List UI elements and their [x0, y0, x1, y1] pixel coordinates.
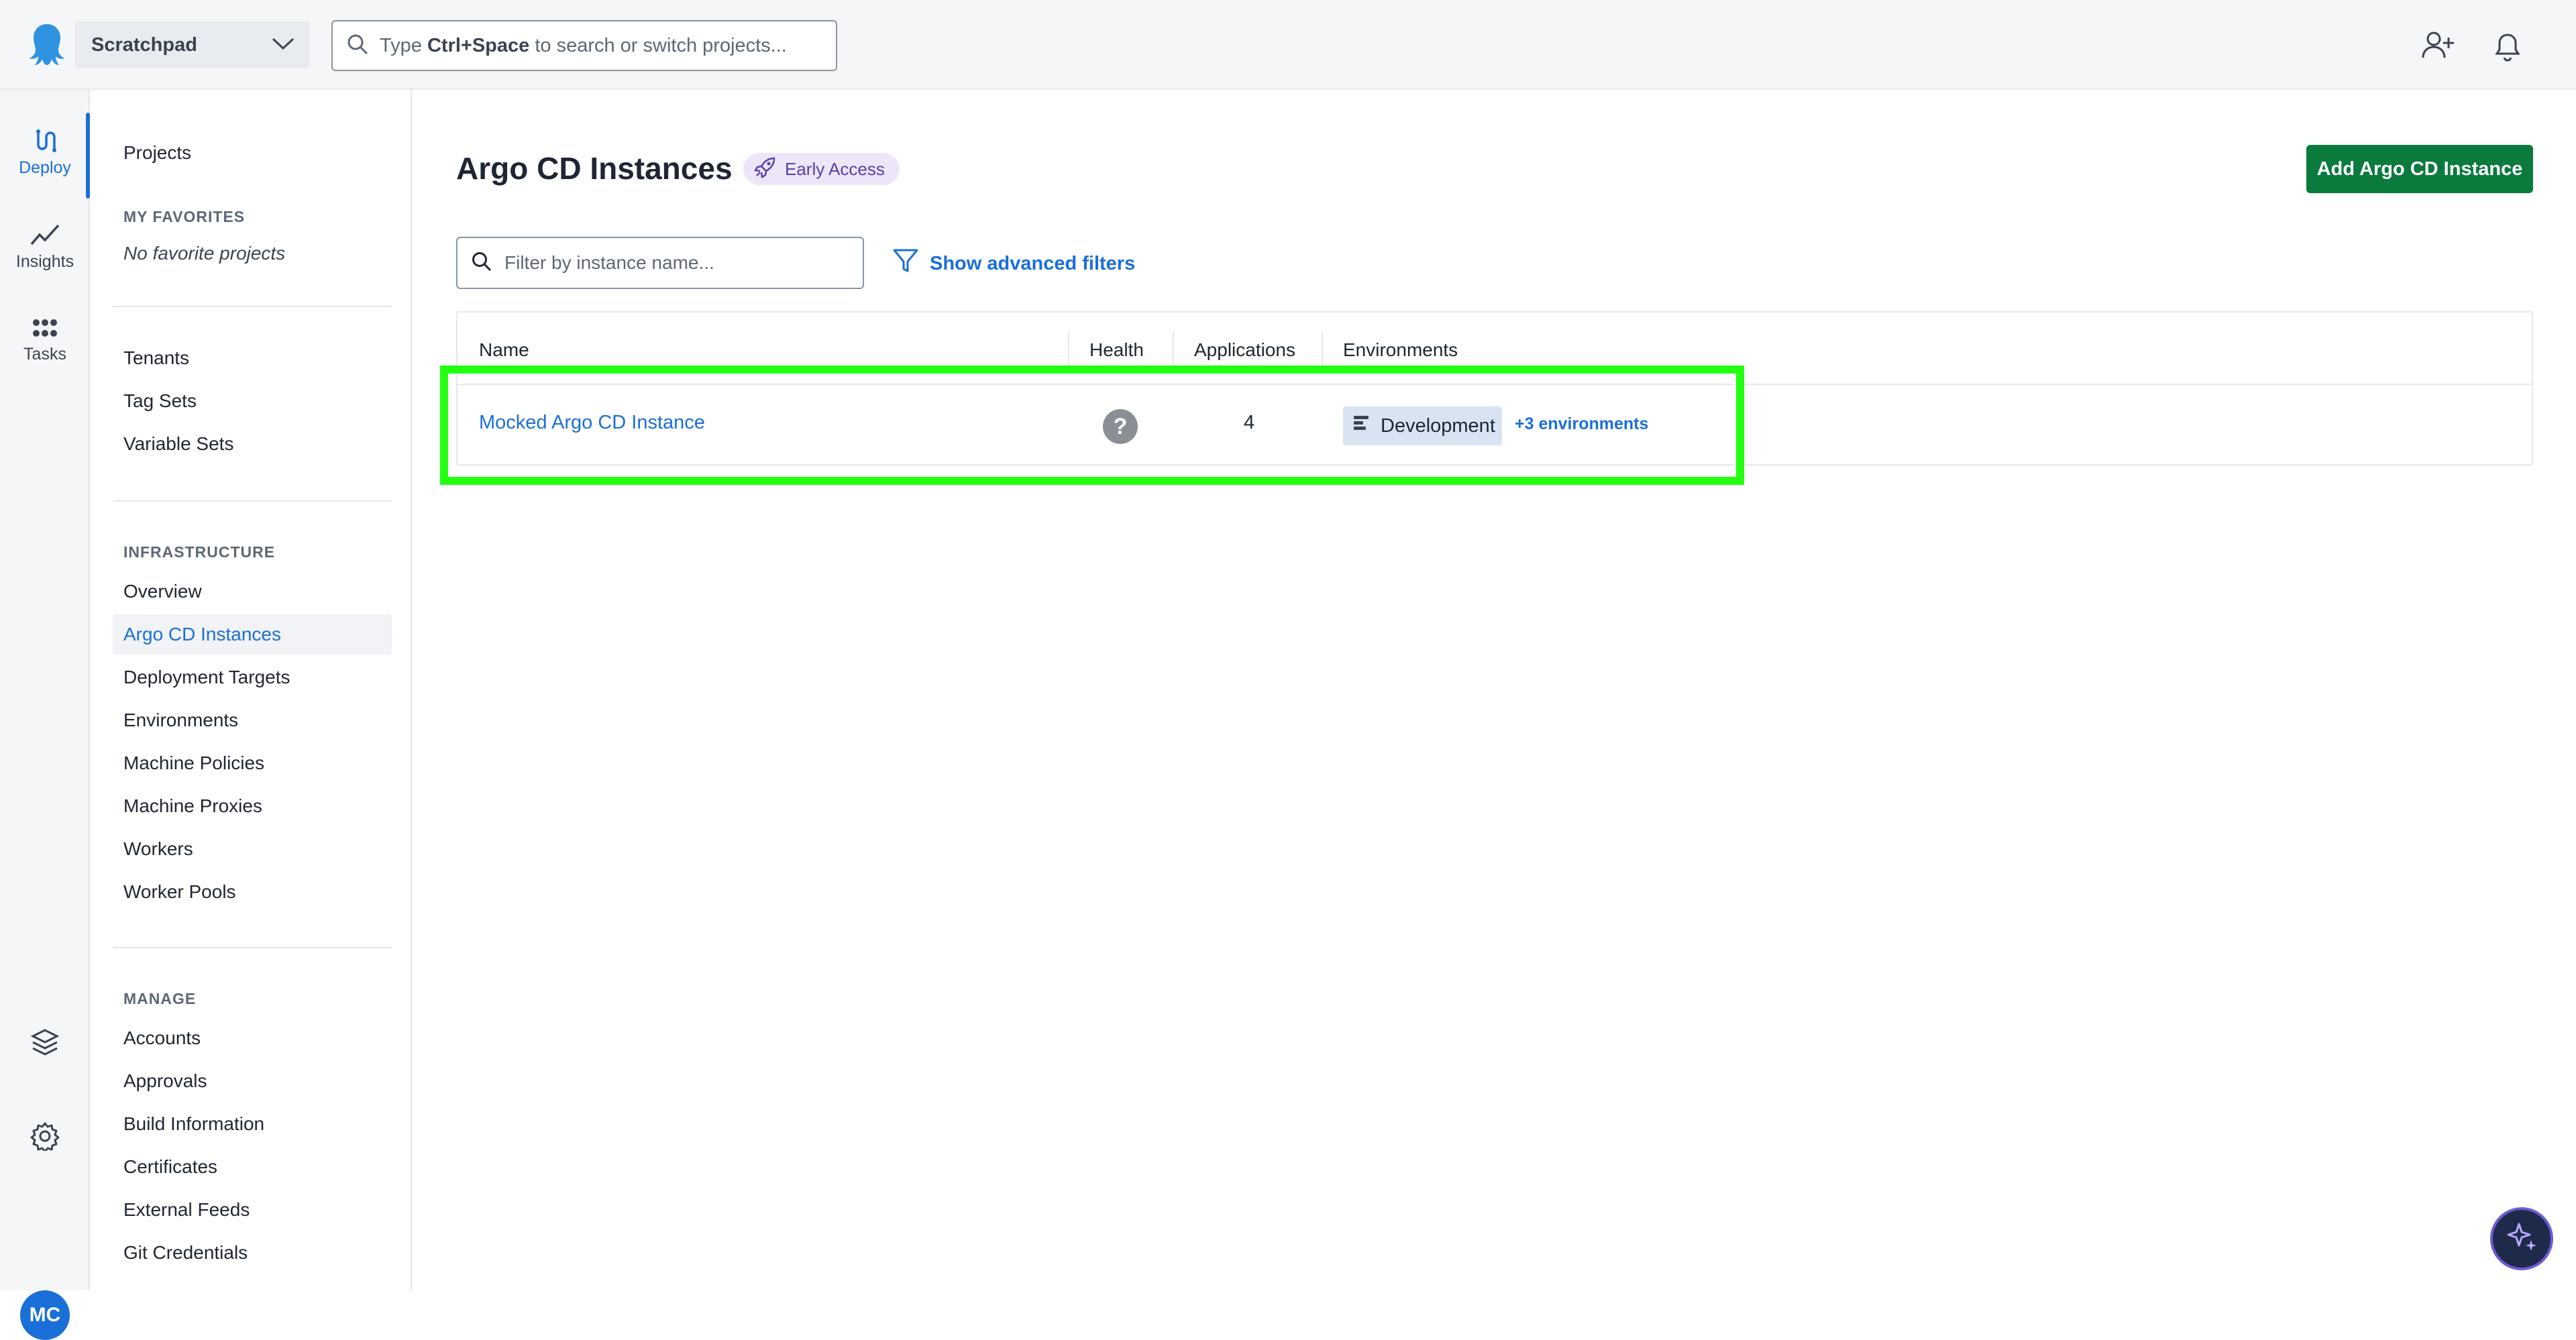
global-search-input[interactable]: Type Ctrl+Space to search or switch proj… [331, 20, 837, 71]
rail-item-deploy[interactable]: Deploy [0, 127, 90, 178]
octopus-logo-icon[interactable] [23, 20, 71, 68]
layers-icon[interactable] [0, 1027, 90, 1057]
insights-icon [0, 221, 90, 248]
sidebar-item-deployment-targets[interactable]: Deployment Targets [123, 667, 290, 688]
instance-name-filter-input[interactable]: Filter by instance name... [456, 237, 864, 289]
column-header-name: Name [479, 339, 529, 360]
sidebar-item-machine-policies[interactable]: Machine Policies [123, 752, 264, 774]
column-header-environments: Environments [1343, 339, 1458, 360]
sidebar-item-build-information[interactable]: Build Information [123, 1113, 264, 1135]
left-rail: Deploy Insights Tasks MC [0, 90, 90, 1340]
divider [113, 306, 392, 307]
show-advanced-filters-label: Show advanced filters [930, 252, 1136, 274]
highlight-box [440, 366, 1744, 485]
bell-icon[interactable] [2489, 27, 2526, 64]
sidebar-item-approvals[interactable]: Approvals [123, 1070, 207, 1092]
sidebar-item-worker-pools[interactable]: Worker Pools [123, 881, 236, 903]
filter-funnel-icon [892, 248, 919, 279]
rocket-icon [753, 156, 777, 183]
sidebar-item-tenants[interactable]: Tenants [123, 347, 189, 369]
column-header-applications: Applications [1194, 339, 1295, 360]
sidebar-item-workers[interactable]: Workers [123, 838, 193, 860]
rail-item-label: Deploy [19, 158, 71, 177]
column-header-health: Health [1089, 339, 1144, 360]
favorites-heading: MY FAVORITES [123, 208, 246, 225]
infrastructure-heading: INFRASTRUCTURE [123, 543, 276, 561]
sidebar-item-external-feeds[interactable]: External Feeds [123, 1199, 250, 1221]
top-bar: Scratchpad Type Ctrl+Space to search or … [0, 0, 2576, 90]
search-icon [471, 251, 492, 276]
tasks-icon [0, 317, 90, 341]
avatar[interactable]: MC [20, 1290, 70, 1340]
sidebar-item-certificates[interactable]: Certificates [123, 1156, 217, 1178]
sidebar-item-argo-cd-instances[interactable]: Argo CD Instances [123, 624, 281, 645]
rail-item-insights[interactable]: Insights [0, 221, 90, 272]
column-separator [1173, 331, 1174, 366]
early-access-label: Early Access [785, 158, 885, 179]
sidebar-item-variable-sets[interactable]: Variable Sets [123, 433, 233, 455]
sparkle-icon [2503, 1219, 2540, 1260]
page-title: Argo CD Instances [456, 151, 733, 186]
project-switcher[interactable]: Scratchpad [75, 21, 310, 68]
column-separator [1068, 331, 1069, 366]
search-icon [346, 33, 369, 59]
filter-placeholder: Filter by instance name... [504, 252, 714, 273]
chevron-down-icon [271, 36, 295, 54]
ai-assistant-button[interactable] [2490, 1207, 2553, 1270]
manage-heading: MANAGE [123, 990, 197, 1007]
sidebar-item-machine-proxies[interactable]: Machine Proxies [123, 795, 262, 817]
divider [113, 500, 392, 502]
gear-icon[interactable] [0, 1121, 90, 1151]
divider [113, 947, 392, 948]
sidebar-item-git-credentials[interactable]: Git Credentials [123, 1242, 248, 1264]
sidebar-item-accounts[interactable]: Accounts [123, 1027, 201, 1049]
favorites-empty-text: No favorite projects [123, 243, 286, 264]
early-access-badge: Early Access [743, 153, 900, 185]
show-advanced-filters-link[interactable]: Show advanced filters [892, 248, 1135, 279]
sidebar-item-overview[interactable]: Overview [123, 581, 202, 602]
sidebar-item-tag-sets[interactable]: Tag Sets [123, 390, 197, 412]
rail-item-tasks[interactable]: Tasks [0, 317, 90, 364]
column-separator [1322, 331, 1323, 366]
invite-user-icon[interactable] [2419, 27, 2457, 64]
sidebar: Projects MY FAVORITES No favorite projec… [91, 90, 412, 1290]
rail-item-label: Insights [15, 252, 74, 271]
global-search-placeholder: Type Ctrl+Space to search or switch proj… [380, 34, 787, 56]
add-argo-cd-instance-button[interactable]: Add Argo CD Instance [2306, 145, 2533, 193]
sidebar-item-projects[interactable]: Projects [123, 142, 191, 164]
sidebar-item-environments[interactable]: Environments [123, 710, 238, 731]
project-switcher-label: Scratchpad [91, 34, 197, 56]
deploy-icon [0, 127, 90, 154]
rail-item-label: Tasks [23, 345, 66, 364]
